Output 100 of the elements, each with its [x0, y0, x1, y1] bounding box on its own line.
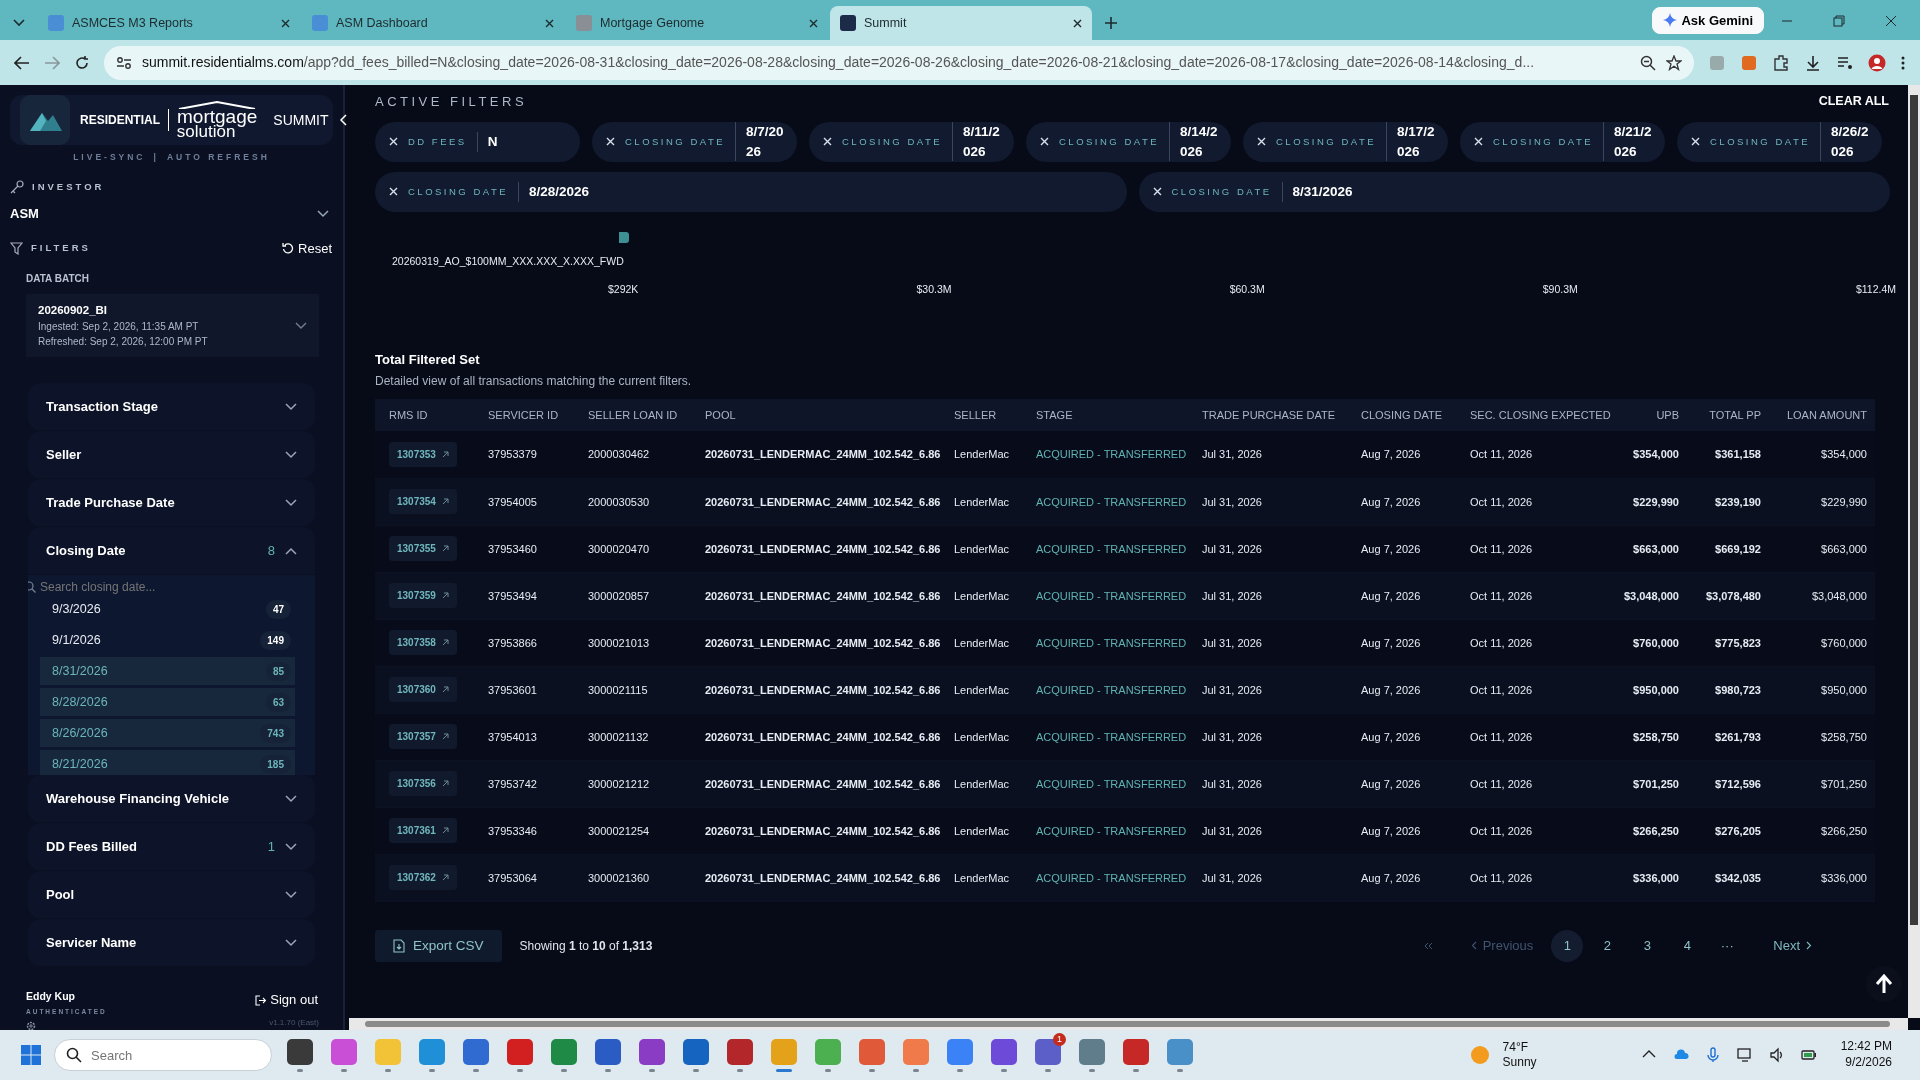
vertical-scrollbar[interactable]	[1908, 85, 1920, 1018]
closing-date-option[interactable]: 8/21/2026 185	[40, 750, 295, 776]
axis-tick-label: $112.4M	[1855, 281, 1896, 297]
taskbar-search-field[interactable]: Search	[54, 1039, 272, 1071]
profile-avatar-icon[interactable]	[1868, 53, 1886, 72]
chevron-up-icon	[285, 546, 297, 555]
data-batch-select[interactable]: 20260902_BI Ingested: Sep 2, 2026, 11:35 AM PT Refreshed: Sep 2, 2026, 12:00 PM PT	[26, 294, 319, 358]
rms-id-link[interactable]: 1307357	[389, 724, 457, 750]
filter-group-header[interactable]: Trade Purchase Date	[28, 479, 315, 527]
sign-out-button[interactable]: Sign out	[254, 989, 319, 1011]
page-button[interactable]: 4	[1671, 929, 1704, 962]
puzzle-icon[interactable]	[1772, 53, 1790, 72]
app-icon[interactable]	[287, 1038, 313, 1065]
filter-chip[interactable]: CLOSING DATE 8/28/2026	[375, 171, 1127, 212]
filter-chip[interactable]: CLOSING DATE 8/31/2026	[1138, 171, 1890, 212]
stage-status: ACQUIRED - TRANSFERRED	[1028, 713, 1194, 761]
speaker-icon[interactable]	[1768, 1047, 1785, 1063]
browser-tab[interactable]: ASM Dashboard	[302, 6, 564, 40]
first-page-icon[interactable]	[1422, 941, 1433, 950]
closing-date-option[interactable]: 8/31/2026 85	[40, 657, 295, 686]
page-button[interactable]: 3	[1631, 929, 1664, 962]
app-icon[interactable]	[1035, 1038, 1061, 1065]
browser-tab[interactable]: ASMCES M3 Reports	[38, 6, 300, 40]
address-bar[interactable]: summit.residentialms.com/app?dd_fees_billed=N&closing_date=2026-08-31&closing_date=2026-08-28&closing_date=2026-08-26&closing_date=2026-08-21&closing_date=2026-08-17&closing_date=2026-08-14&closing_d...	[104, 45, 1694, 80]
fox-icon[interactable]	[1740, 53, 1758, 72]
filter-group-header[interactable]: Seller	[28, 431, 315, 479]
app-icon[interactable]	[595, 1038, 621, 1065]
app-icon[interactable]	[463, 1038, 489, 1065]
filter-chip[interactable]: DD FEES N	[375, 121, 580, 162]
filter-group-header[interactable]: Closing Date 8	[28, 527, 315, 575]
app-icon[interactable]	[991, 1038, 1017, 1065]
chevron-down-icon	[295, 321, 307, 330]
browser-tab[interactable]: Mortgage Genome	[566, 6, 828, 40]
app-icon[interactable]	[1123, 1038, 1149, 1065]
rms-id-link[interactable]: 1307359	[389, 583, 457, 609]
filter-group-header[interactable]: Pool	[28, 871, 315, 919]
table-cell: 20260731_LENDERMAC_24MM_102.542_6.86	[697, 525, 946, 573]
restore-icon[interactable]	[1832, 14, 1846, 28]
next-page-button[interactable]: Next	[1773, 936, 1812, 956]
rms-id-link[interactable]: 1307361	[389, 818, 457, 844]
back-icon[interactable]	[14, 55, 30, 70]
table-cell: Aug 7, 2026	[1353, 760, 1462, 808]
closing-date-option[interactable]: 9/3/2026 47	[40, 595, 295, 624]
rms-id-link[interactable]: 1307360	[389, 677, 457, 703]
browser-tab[interactable]: Summit	[830, 6, 1092, 40]
filter-chip[interactable]: CLOSING DATE 8/14/2026	[1026, 121, 1231, 162]
app-icon[interactable]	[727, 1038, 753, 1065]
scroll-to-top-button[interactable]	[1866, 966, 1902, 1002]
close-icon	[1040, 137, 1049, 147]
filter-chip[interactable]: CLOSING DATE 8/17/2026	[1243, 121, 1448, 162]
filter-group-header[interactable]: Warehouse Financing Vehicle	[28, 775, 315, 823]
battery-icon[interactable]	[1800, 1047, 1817, 1063]
table-cell: Aug 7, 2026	[1353, 619, 1462, 667]
export-csv-button[interactable]: Export CSV	[375, 929, 502, 962]
more-icon[interactable]	[1900, 54, 1906, 71]
reset-button[interactable]: Reset	[281, 237, 333, 259]
filter-chip[interactable]: CLOSING DATE 8/7/2026	[592, 121, 797, 162]
rms-id-link[interactable]: 1307358	[389, 630, 457, 656]
rms-id-link[interactable]: 1307353	[389, 442, 457, 467]
roof-icon	[177, 100, 258, 109]
rms-id-link[interactable]: 1307355	[389, 536, 457, 562]
download-icon[interactable]	[1804, 53, 1822, 72]
app-icon[interactable]	[507, 1038, 533, 1065]
reload-icon[interactable]	[74, 54, 90, 71]
search-field[interactable]: Search closing date...	[40, 578, 240, 597]
page-button[interactable]: 1	[1551, 929, 1584, 962]
clear-all-button[interactable]: CLEAR ALL	[1817, 91, 1890, 112]
page-button[interactable]: ···	[1711, 929, 1744, 962]
ask-gemini-button[interactable]: Ask Gemini	[1652, 6, 1764, 34]
star-icon[interactable]	[1666, 54, 1682, 71]
running-indicator	[1045, 1068, 1051, 1072]
filter-group-header[interactable]: DD Fees Billed 1	[28, 823, 315, 871]
table-cell: Oct 11, 2026	[1462, 619, 1612, 667]
monitor-icon[interactable]	[1736, 1047, 1753, 1063]
investor-select[interactable]: ASM	[10, 204, 333, 224]
closing-date-option[interactable]: 8/26/2026 743	[40, 719, 295, 748]
app-icon[interactable]	[683, 1038, 709, 1065]
search-icon	[28, 581, 36, 594]
windows-start-icon[interactable]	[20, 1044, 42, 1066]
settings-icon[interactable]	[26, 1020, 36, 1031]
app-icon[interactable]	[639, 1038, 665, 1065]
table-cell: LenderMac	[946, 619, 1028, 667]
zoom-icon[interactable]	[1640, 54, 1656, 71]
filter-chip[interactable]: CLOSING DATE 8/21/2026	[1460, 121, 1665, 162]
page-button[interactable]: 2	[1591, 929, 1624, 962]
horizontal-scrollbar[interactable]	[349, 1018, 1908, 1030]
filter-group-header[interactable]: Transaction Stage	[28, 383, 315, 431]
closing-date-option[interactable]: 8/28/2026 63	[40, 688, 295, 717]
filter-chip[interactable]: CLOSING DATE 8/26/2026	[1677, 121, 1882, 162]
collapse-icon[interactable]	[338, 114, 347, 126]
microphone-icon[interactable]	[1704, 1047, 1721, 1063]
filter-chip[interactable]: CLOSING DATE 8/11/2026	[809, 121, 1014, 162]
filter-group-header[interactable]: Servicer Name	[28, 919, 315, 967]
close-icon[interactable]	[1884, 14, 1898, 28]
chevron-down-icon[interactable]	[12, 18, 26, 28]
rms-id-link[interactable]: 1307356	[389, 771, 457, 797]
closing-date-option[interactable]: 9/1/2026 149	[40, 626, 295, 655]
plus-icon[interactable]	[1104, 16, 1118, 30]
rms-id-link[interactable]: 1307354	[389, 489, 457, 515]
rms-id-link[interactable]: 1307362	[389, 865, 457, 891]
